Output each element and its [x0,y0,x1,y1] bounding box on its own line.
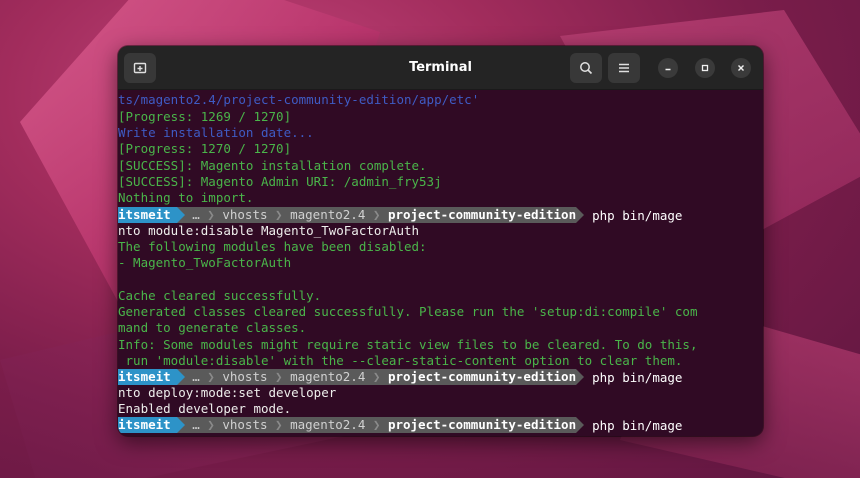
prompt-command: php bin/mage [592,369,683,385]
prompt-dir-magento-text: magento2.4 [290,417,366,432]
prompt-current-dir: project-community-edition [387,417,577,433]
search-icon [580,62,593,75]
prompt-end-arrow [576,369,585,385]
new-tab-icon [133,62,147,74]
hamburger-menu-icon [619,63,629,73]
shell-prompt: itsmeit … ❯ vhosts ❯ magento2.4 ❯ projec… [118,369,758,385]
prompt-dir-magento-text: magento2.4 [290,207,366,222]
prompt-current-dir: project-community-edition [387,207,577,223]
prompt-dir-vhosts: vhosts ❯ [222,417,291,433]
prompt-command: php bin/mage [592,417,683,433]
close-icon [738,65,744,71]
prompt-dir-magento-text: magento2.4 [290,369,366,384]
minimize-button[interactable] [658,58,678,78]
prompt-end-arrow [576,417,585,433]
shell-prompt: itsmeit … ❯ vhosts ❯ magento2.4 ❯ projec… [118,417,758,433]
output-line: [Progress: 1270 / 1270] [118,141,292,156]
prompt-ellipsis-text: … [192,207,200,222]
menu-button[interactable] [608,53,640,83]
prompt-ellipsis: … ❯ [184,207,223,223]
prompt-ellipsis-text: … [192,417,200,432]
prompt-command: php bin/mage [592,207,683,223]
prompt-dir-magento: magento2.4 ❯ [290,369,388,385]
prompt-separator [176,207,185,223]
prompt-dir-vhosts-text: vhosts [222,369,268,384]
maximize-icon [701,64,709,72]
prompt-ellipsis-text: … [192,369,200,384]
prompt-ellipsis: … ❯ [184,369,223,385]
prompt-dir-vhosts-text: vhosts [222,417,268,432]
terminal-window: Terminal ts/magento2.4/project-community… [118,46,763,436]
prompt-separator [176,417,185,433]
close-button[interactable] [731,58,751,78]
output-line: Cache cleared successfully. [118,288,322,303]
prompt-user: itsmeit [118,417,177,433]
terminal-output[interactable]: ts/magento2.4/project-community-edition/… [118,91,763,436]
output-line: nto deploy:mode:set developer [118,385,337,400]
output-line: mand to generate classes. [118,320,307,335]
prompt-ellipsis: … ❯ [184,417,223,433]
minimize-icon [665,68,671,71]
output-line: nto module:disable Magento_TwoFactorAuth [118,223,420,238]
prompt-user: itsmeit [118,207,177,223]
shell-prompt: itsmeit … ❯ vhosts ❯ magento2.4 ❯ projec… [118,207,758,223]
prompt-current-dir: project-community-edition [387,369,577,385]
prompt-dir-magento: magento2.4 ❯ [290,207,388,223]
output-line: Write installation date... [118,125,314,140]
output-line: Info: Some modules might require static … [118,337,698,352]
prompt-separator [176,369,185,385]
output-line: Enabled developer mode. [118,401,292,416]
prompt-dir-magento: magento2.4 ❯ [290,417,388,433]
prompt-end-arrow [576,207,585,223]
window-title: Terminal [409,60,472,75]
output-line: [SUCCESS]: Magento Admin URI: /admin_fry… [118,174,442,189]
output-line: ts/magento2.4/project-community-edition/… [118,92,480,107]
prompt-user: itsmeit [118,369,177,385]
prompt-dir-vhosts: vhosts ❯ [222,207,291,223]
search-button[interactable] [570,53,602,83]
output-line: Generated classes cleared successfully. … [118,304,698,319]
output-line: The following modules have been disabled… [118,239,427,254]
output-line: run 'module:disable' with the --clear-st… [118,353,683,368]
prompt-dir-vhosts-text: vhosts [222,207,268,222]
maximize-button[interactable] [695,58,715,78]
output-line: Nothing to import. [118,190,254,205]
title-bar[interactable]: Terminal [118,46,763,90]
output-line: - Magento_TwoFactorAuth [118,255,292,270]
prompt-dir-vhosts: vhosts ❯ [222,369,291,385]
output-line: [SUCCESS]: Magento installation complete… [118,158,427,173]
new-tab-button[interactable] [124,53,156,83]
output-line: [Progress: 1269 / 1270] [118,109,292,124]
